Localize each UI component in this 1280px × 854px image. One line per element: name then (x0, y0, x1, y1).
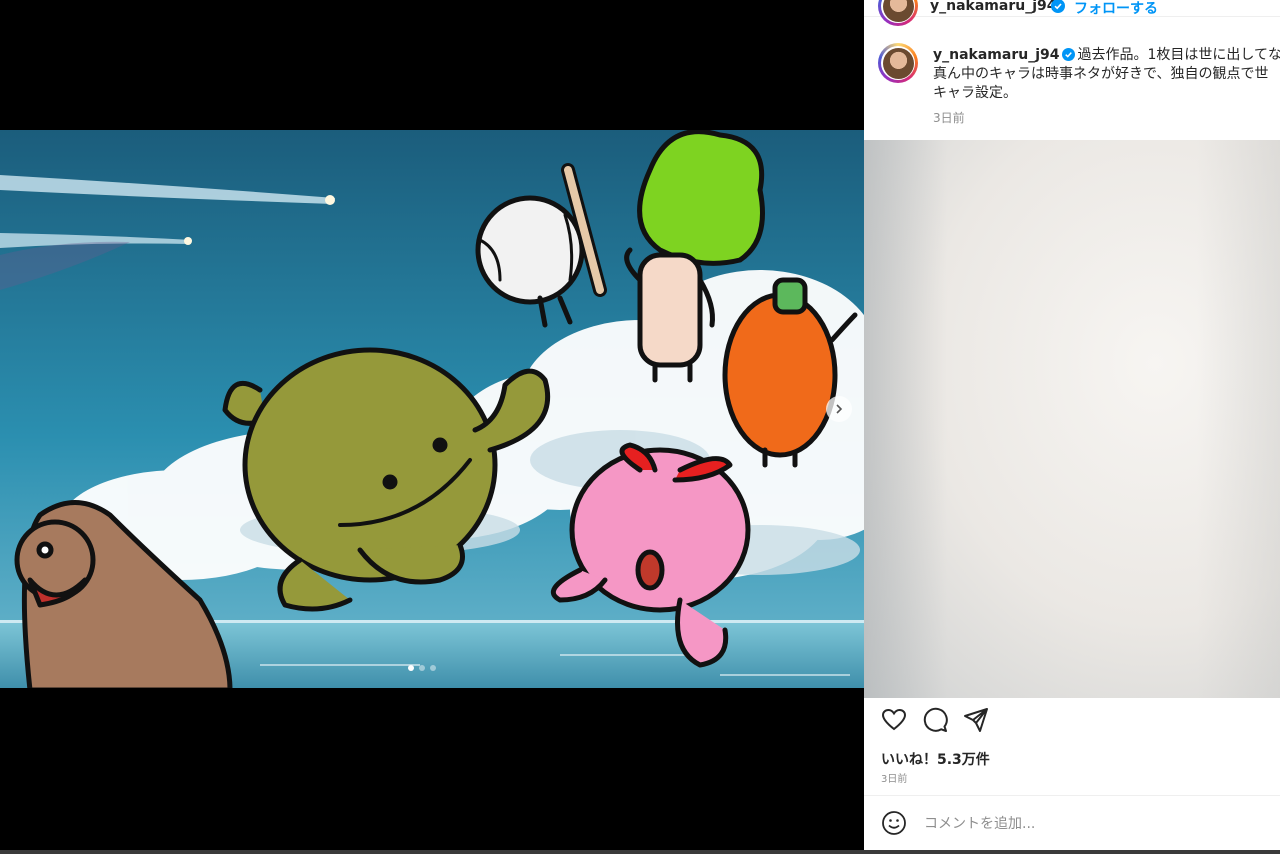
carousel-dot (408, 665, 414, 671)
carousel-dot (419, 665, 425, 671)
comment-box (864, 795, 1280, 850)
verified-badge-icon (1061, 48, 1075, 61)
caption-timestamp[interactable]: 3日前 (933, 109, 965, 126)
caption-username[interactable]: y_nakamaru_j94 (933, 47, 1060, 63)
follow-button[interactable]: フォローする (1074, 0, 1158, 18)
avatar[interactable] (878, 43, 918, 83)
share-icon[interactable] (962, 706, 990, 734)
verified-badge-icon (1051, 0, 1065, 13)
post-image (0, 130, 864, 688)
like-count[interactable]: いいね！5.3万件 (881, 749, 990, 769)
caption-text: y_nakamaru_j94 過去作品。1枚目は世に出してな 真ん中のキャラは時事… (933, 46, 1280, 103)
comment-input[interactable] (922, 810, 1266, 838)
page-bottom-edge (0, 850, 1280, 854)
post-header: y_nakamaru_j94 フォローする (864, 0, 1280, 26)
heart-icon[interactable] (880, 706, 908, 734)
post-timestamp[interactable]: 3日前 (881, 770, 907, 785)
caption-line-2: 真ん中のキャラは時事ネタが好きで、独自の観点で世 (933, 66, 1269, 82)
comment-icon[interactable] (921, 706, 949, 734)
post-sidebar: y_nakamaru_j94 フォローする y_nakamaru_j94 過去作品… (864, 0, 1280, 850)
emoji-icon[interactable] (881, 810, 907, 836)
carousel-next-button[interactable] (826, 396, 852, 422)
carousel-indicator (408, 665, 436, 671)
post-media (0, 0, 864, 850)
caption-line-3: キャラ設定。 (933, 85, 1017, 101)
caption-line-1: 過去作品。1枚目は世に出してな (1077, 47, 1280, 63)
caption: y_nakamaru_j94 過去作品。1枚目は世に出してな 真ん中のキャラは時事… (864, 40, 1280, 140)
post-actions (864, 698, 1280, 742)
chevron-right-icon (836, 404, 843, 414)
comments-area (864, 140, 1280, 698)
carousel-dot (430, 665, 436, 671)
avatar[interactable] (878, 0, 918, 26)
header-username[interactable]: y_nakamaru_j94 (930, 0, 1057, 14)
